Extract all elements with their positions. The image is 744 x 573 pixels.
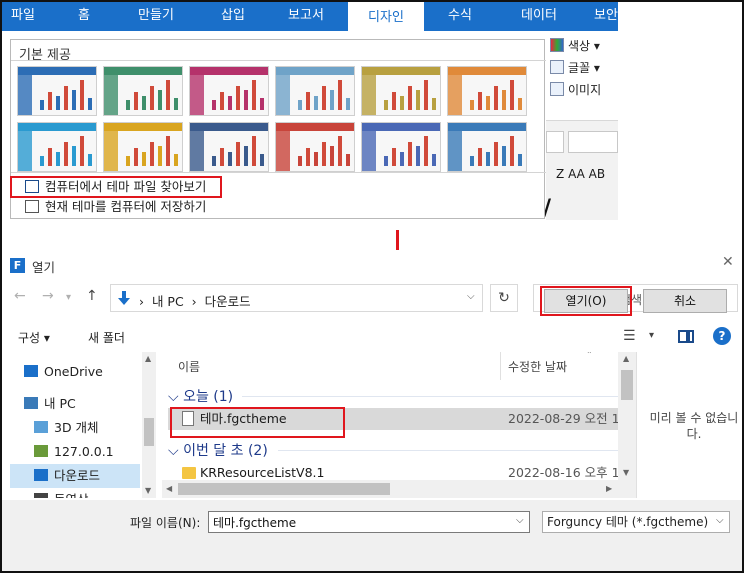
network-drive-icon [34,445,48,457]
theme-thumbnail[interactable] [361,66,441,116]
chevron-down-icon: ⌵ [168,389,179,405]
theme-thumbnail[interactable] [447,66,527,116]
navigation-pane: OneDrive 내 PC3D 개체127.0.0.1다운로드동영상 [10,352,156,498]
refresh-icon[interactable]: ↻ [490,284,518,312]
ribbon-tab[interactable]: 파일 [0,0,46,31]
breadcrumb: › 내 PC › 다운로드 [139,294,251,309]
nav-item[interactable]: 다운로드 [10,464,140,488]
font-icon [550,60,564,74]
filename-input[interactable] [208,511,530,533]
file-list-scroll-thumb[interactable] [621,370,633,400]
ribbon-tab[interactable]: 보안 [586,0,626,31]
chevron-down-icon: ⌵ [168,443,179,459]
chevron-down-icon[interactable]: ⌵ [716,515,724,526]
preview-pane: 미리 볼 수 없습니다. [636,352,742,498]
chevron-down-icon[interactable]: ⌵ [467,291,475,302]
recent-locations-chevron-icon[interactable]: ▾ [66,292,71,303]
ribbon-tab-bar: 파일 홈 만들기 삽입 보고서 디자인 수식 데이터 보안 [0,0,618,31]
dialog-footer: 파일 이름(N): ⌵ Forguncy 테마 (*.fgctheme) ⌵ [2,500,742,571]
scroll-down-icon[interactable]: ▼ [623,468,629,477]
scroll-up-icon[interactable]: ▲ [623,354,629,363]
organize-button[interactable]: 구성 ▾ [18,329,50,346]
filetype-select[interactable]: Forguncy 테마 (*.fgctheme) [542,511,730,533]
pc-monitor-icon [24,397,38,409]
worksheet-area: Z AA AB [546,120,618,220]
group-header-today[interactable]: ⌵ 오늘 (1) [168,386,233,406]
scroll-right-icon[interactable]: ▶ [606,484,612,493]
scroll-down-icon[interactable]: ▼ [145,486,151,495]
ribbon-tab[interactable]: 삽입 [202,0,264,31]
folder-icon [182,467,196,479]
nav-item[interactable]: 127.0.0.1 [10,440,140,464]
ribbon-tab[interactable]: 보고서 [268,0,344,31]
video-icon [34,493,48,498]
save-disk-icon [25,200,39,213]
theme-thumbnail[interactable] [447,122,527,172]
theme-thumbnail[interactable] [17,122,97,172]
file-highlight [170,407,345,438]
preview-pane-icon[interactable] [678,330,694,343]
chevron-down-icon[interactable]: ⌵ [516,515,524,526]
group-header-this-month[interactable]: ⌵ 이번 달 초 (2) [168,440,268,460]
theme-thumbnail[interactable] [103,66,183,116]
help-icon[interactable]: ? [713,327,731,345]
ribbon-tab[interactable]: 디자인 [348,0,424,31]
column-header-name[interactable]: 이름 [178,358,200,375]
ribbon-tab[interactable]: 만들기 [116,0,196,31]
browse-command-highlight [10,176,222,198]
close-icon[interactable]: ✕ [722,254,734,270]
cancel-button[interactable]: 취소 [643,289,727,313]
dialog-title: 열기 [32,260,56,275]
save-current-theme-command[interactable]: 현재 테마를 컴퓨터에 저장하기 [25,197,206,217]
up-arrow-icon[interactable]: ↑ [86,288,98,304]
chevron-down-icon[interactable]: ▾ [649,330,654,341]
theme-thumbnail[interactable] [189,122,269,172]
theme-thumbnail[interactable] [275,66,355,116]
preview-message: 미리 볼 수 없습니다. [649,411,739,441]
ribbon-tab[interactable]: 홈 [58,0,110,31]
app-logo-icon: F [10,258,25,273]
sort-up-icon: ⌃ [586,352,593,359]
nav-item[interactable]: OneDrive [10,360,140,384]
scroll-left-icon[interactable]: ◀ [166,484,172,493]
new-folder-button[interactable]: 새 폴더 [88,329,125,346]
ribbon-tab[interactable]: 수식 [424,0,496,31]
nav-item[interactable]: 3D 개체 [10,416,140,440]
nav-item[interactable]: 동영상 [10,488,140,498]
nav-item[interactable]: 내 PC [10,392,140,416]
address-bar[interactable]: › 내 PC › 다운로드 ⌵ [110,284,483,312]
font-button[interactable]: 글꼴 ▾ [550,57,600,79]
forward-arrow-icon[interactable]: → [42,288,54,304]
download-arrow-icon [34,469,48,481]
onedrive-cloud-icon [24,365,38,377]
ribbon-tab[interactable]: 데이터 [496,0,582,31]
theme-thumbnail[interactable] [189,66,269,116]
download-arrow-icon [118,291,130,305]
color-button[interactable]: 색상 ▾ [550,35,600,57]
filename-label: 파일 이름(N): [130,516,201,530]
back-arrow-icon[interactable]: ← [14,288,26,304]
column-header-date[interactable]: 수정한 날짜 [508,358,567,375]
open-button-highlight [540,286,632,316]
view-options-icon[interactable]: ☰ [623,328,636,344]
theme-thumbnail[interactable] [103,122,183,172]
theme-thumbnail[interactable] [17,66,97,116]
scroll-up-icon[interactable]: ▲ [145,354,151,363]
horizontal-scroll-thumb[interactable] [178,483,390,495]
theme-thumbnail[interactable] [361,122,441,172]
column-headers: Z AA AB [556,167,606,181]
image-icon [550,82,564,96]
3d-objects-icon [34,421,48,433]
color-palette-icon [550,38,564,52]
nav-scroll-thumb[interactable] [144,418,154,446]
image-button[interactable]: 이미지 [550,79,601,101]
theme-thumbnail[interactable] [275,122,355,172]
